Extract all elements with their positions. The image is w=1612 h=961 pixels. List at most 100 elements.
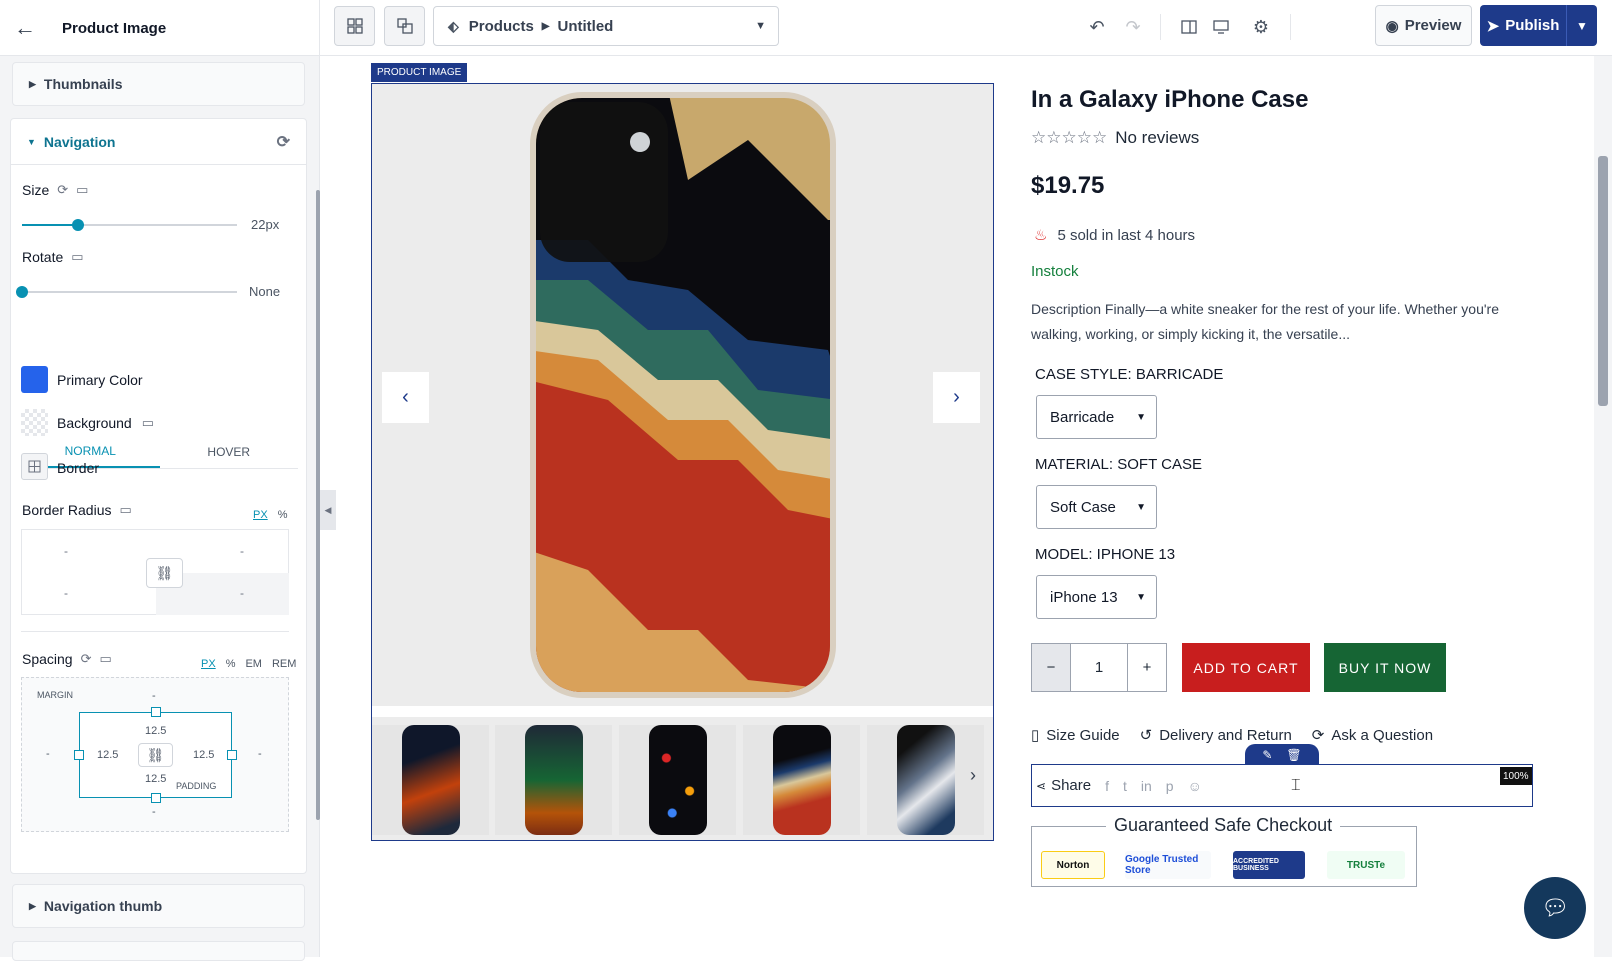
redo-icon[interactable]: ↷: [1120, 14, 1146, 40]
quantity-input[interactable]: 1: [1071, 644, 1127, 691]
publish-button[interactable]: ➤ Publish: [1480, 5, 1567, 46]
reddit-icon[interactable]: ☺: [1188, 778, 1202, 794]
radius-bottom-right[interactable]: -: [240, 586, 244, 600]
size-slider-handle[interactable]: [71, 219, 84, 231]
desktop-icon[interactable]: ▭: [120, 502, 132, 518]
collapse-sidebar-button[interactable]: ◀: [320, 490, 336, 530]
margin-top[interactable]: -: [152, 690, 156, 702]
mouse-cursor-icon: ⌶: [1291, 777, 1301, 794]
gallery-prev-button[interactable]: ‹: [382, 372, 429, 423]
pinterest-icon[interactable]: p: [1166, 778, 1174, 794]
padding-top-handle[interactable]: [151, 707, 161, 717]
primary-color-swatch[interactable]: [21, 366, 48, 393]
desktop-icon[interactable]: ▭: [100, 651, 112, 667]
material-select[interactable]: Soft Case ▼: [1036, 485, 1157, 529]
thumbnail[interactable]: [372, 725, 489, 835]
background-color-swatch[interactable]: [21, 409, 48, 436]
grid-view-button[interactable]: [334, 6, 375, 46]
unit-em[interactable]: EM: [245, 658, 262, 670]
facebook-icon[interactable]: f: [1105, 778, 1109, 794]
rotate-slider[interactable]: [16, 286, 237, 298]
unit-percent[interactable]: %: [278, 509, 288, 521]
desktop-icon[interactable]: ▭: [142, 415, 154, 431]
product-image-gallery[interactable]: ‹ › ‹ ›: [371, 83, 994, 841]
case-style-select[interactable]: Barricade ▼: [1036, 395, 1157, 439]
next-section[interactable]: [12, 941, 305, 961]
unit-rem[interactable]: REM: [272, 658, 296, 670]
size-label: Size: [22, 182, 50, 198]
grid-icon: [346, 18, 363, 34]
layers-button[interactable]: [384, 6, 425, 46]
padding-right[interactable]: 12.5: [193, 749, 214, 761]
desktop-icon[interactable]: ▭: [76, 182, 88, 198]
margin-right[interactable]: -: [258, 748, 262, 760]
back-arrow-icon[interactable]: ←: [0, 15, 50, 41]
page-breadcrumb-dropdown[interactable]: ⬖ Products ▶ Untitled ▼: [433, 6, 779, 46]
undo-icon[interactable]: ↶: [1084, 14, 1110, 40]
twitter-icon[interactable]: t: [1123, 778, 1127, 794]
thumbnails-section[interactable]: ▶ Thumbnails: [12, 62, 305, 106]
reset-icon[interactable]: ⟳: [277, 132, 290, 152]
scrollbar-thumb[interactable]: [1598, 156, 1608, 406]
reset-icon[interactable]: ⟳: [81, 651, 92, 667]
model-select[interactable]: iPhone 13 ▼: [1036, 575, 1157, 619]
padding-bottom-handle[interactable]: [151, 793, 161, 803]
truste-badge: TRUSTe: [1327, 851, 1405, 879]
ask-question-link[interactable]: ⟳ Ask a Question: [1312, 726, 1433, 745]
page-scrollbar[interactable]: [1594, 56, 1612, 957]
settings-gear-icon[interactable]: ⚙: [1248, 14, 1274, 40]
thumbnail[interactable]: [495, 725, 612, 835]
size-guide-link[interactable]: ▯ Size Guide: [1031, 726, 1120, 745]
desktop-icon[interactable]: [1208, 14, 1234, 40]
share-bar[interactable]: ⋖ Share f t in p ☺: [1031, 764, 1533, 807]
ruler-icon: ▯: [1031, 727, 1040, 744]
navigation-header[interactable]: ▼ Navigation ⟳: [11, 119, 306, 165]
margin-bottom[interactable]: -: [152, 806, 156, 818]
radius-bottom-left[interactable]: -: [64, 586, 68, 600]
split-view-icon[interactable]: [1176, 14, 1202, 40]
unit-percent[interactable]: %: [226, 658, 236, 670]
unit-px[interactable]: PX: [201, 658, 216, 670]
delivery-return-link[interactable]: ↺ Delivery and Return: [1140, 726, 1292, 745]
publish-options-chevron-icon[interactable]: ▼: [1567, 19, 1597, 33]
add-to-cart-button[interactable]: ADD TO CART: [1182, 643, 1310, 692]
reset-icon[interactable]: ⟳: [57, 182, 68, 198]
padding-left[interactable]: 12.5: [97, 749, 118, 761]
chevron-right-icon: ›: [953, 386, 960, 408]
top-bar: ← Product Image ⬖ Products ▶ Untitled ▼ …: [0, 0, 1612, 56]
thumbnail[interactable]: [743, 725, 860, 835]
delete-trash-icon[interactable]: 🗑︎: [1286, 748, 1301, 762]
radius-top-right[interactable]: -: [240, 544, 244, 558]
desktop-icon[interactable]: ▭: [71, 249, 83, 265]
edit-pencil-icon[interactable]: ✎: [1262, 748, 1272, 762]
preview-button[interactable]: ◉ Preview: [1375, 5, 1472, 46]
padding-bottom[interactable]: 12.5: [145, 773, 166, 785]
navigation-thumb-section[interactable]: ▶ Navigation thumb: [12, 884, 305, 928]
thumb-next-icon[interactable]: ›: [970, 765, 976, 786]
radius-top-left[interactable]: -: [64, 544, 68, 558]
rating[interactable]: ☆☆☆☆☆ No reviews: [1031, 128, 1199, 148]
tab-hover[interactable]: HOVER: [160, 435, 299, 468]
decrease-quantity-button[interactable]: −: [1032, 644, 1071, 691]
size-slider[interactable]: [22, 219, 237, 231]
link-values-button[interactable]: ⛓: [146, 558, 183, 588]
chat-button[interactable]: 💬︎: [1524, 877, 1586, 939]
unit-px[interactable]: PX: [253, 509, 268, 521]
gallery-next-button[interactable]: ›: [933, 372, 980, 423]
link-padding-button[interactable]: ⛓: [138, 743, 173, 767]
link-icon: ⛓: [146, 746, 165, 763]
buy-now-button[interactable]: BUY IT NOW: [1324, 643, 1446, 692]
element-toolbar: ✎ 🗑︎: [1245, 744, 1319, 765]
linkedin-icon[interactable]: in: [1141, 778, 1152, 794]
chat-bubble-icon: 💬︎: [1541, 895, 1569, 920]
padding-left-handle[interactable]: [74, 750, 84, 760]
increase-quantity-button[interactable]: +: [1127, 644, 1166, 691]
rotate-slider-handle[interactable]: [16, 286, 28, 298]
border-button[interactable]: [21, 453, 48, 480]
thumbnail[interactable]: [867, 725, 984, 835]
padding-top[interactable]: 12.5: [145, 725, 166, 737]
product-description: Description Finally—a white sneaker for …: [1031, 301, 1499, 342]
thumbnail[interactable]: [619, 725, 736, 835]
margin-left[interactable]: -: [46, 748, 50, 760]
padding-right-handle[interactable]: [227, 750, 237, 760]
